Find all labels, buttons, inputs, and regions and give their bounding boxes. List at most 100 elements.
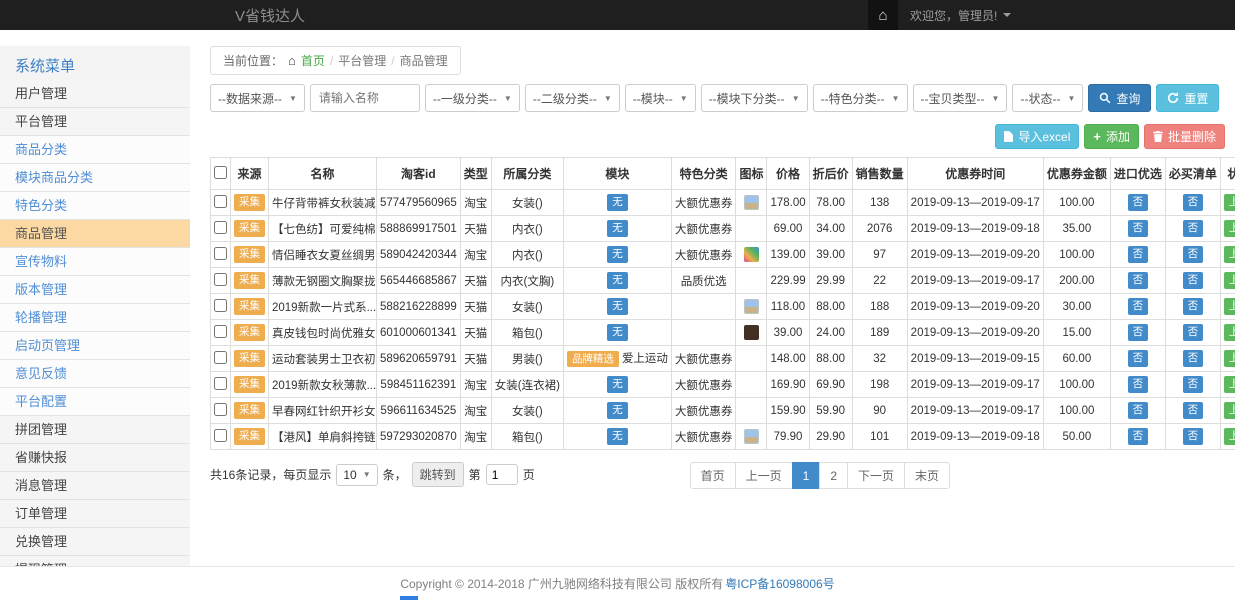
pagination-controls: 首页上一页12下一页末页 (690, 462, 950, 489)
source-cell: 采集 (231, 242, 269, 268)
filter-select[interactable]: --数据来源--▼ (210, 84, 305, 112)
filter-select[interactable]: --宝贝类型--▼ (913, 84, 1008, 112)
sidebar-item[interactable]: 模块商品分类 (0, 164, 190, 192)
imported-cell: 否 (1110, 268, 1165, 294)
module-badge: 无 (607, 376, 628, 392)
sidebar-item[interactable]: 平台管理 (0, 108, 190, 136)
page-button[interactable]: 1 (792, 462, 821, 489)
discount-price-cell: 78.00 (809, 190, 852, 216)
sidebar-item[interactable]: 商品分类 (0, 136, 190, 164)
row-select-cell (211, 346, 231, 372)
row-checkbox[interactable] (214, 247, 227, 260)
page-button[interactable]: 末页 (904, 462, 950, 489)
status-cell: 上架 (1220, 398, 1235, 424)
select-all-checkbox[interactable] (214, 166, 227, 179)
imported-cell: 否 (1110, 216, 1165, 242)
module-badge: 无 (607, 324, 628, 340)
row-checkbox[interactable] (214, 377, 227, 390)
sidebar-item[interactable]: 启动页管理 (0, 332, 190, 360)
sidebar-item[interactable]: 提现管理 (0, 556, 190, 566)
discount-price-cell: 24.00 (809, 320, 852, 346)
row-checkbox[interactable] (214, 273, 227, 286)
source-badge: 采集 (234, 428, 265, 444)
import-excel-button[interactable]: 导入excel (995, 124, 1079, 149)
sidebar-item[interactable]: 兑换管理 (0, 528, 190, 556)
name-search-input[interactable] (310, 84, 420, 112)
icon-cell (736, 424, 767, 450)
module-cell: 无 (563, 216, 671, 242)
sidebar-item[interactable]: 订单管理 (0, 500, 190, 528)
row-checkbox[interactable] (214, 403, 227, 416)
jump-page-input[interactable] (486, 464, 518, 485)
source-badge: 采集 (234, 272, 265, 288)
category-cell: 女装() (491, 190, 563, 216)
sidebar-item[interactable]: 版本管理 (0, 276, 190, 304)
sidebar-item[interactable]: 轮播管理 (0, 304, 190, 332)
query-button[interactable]: 查询 (1088, 84, 1151, 112)
sidebar-item[interactable]: 用户管理 (0, 80, 190, 108)
sidebar-item[interactable]: 商品管理 (0, 220, 190, 248)
source-cell: 采集 (231, 424, 269, 450)
table-row: 采集运动套装男士卫衣初秋...589620659791天猫男装()品牌精选爱上运… (211, 346, 1235, 372)
coupon-amount-cell: 50.00 (1043, 424, 1110, 450)
import-excel-label: 导入excel (1018, 128, 1070, 145)
module-badge: 无 (607, 220, 628, 236)
jump-button[interactable]: 跳转到 (412, 462, 464, 487)
sidebar-item[interactable]: 宣传物料 (0, 248, 190, 276)
filter-select[interactable]: --一级分类--▼ (425, 84, 520, 112)
taoke-id-cell: 577479560965 (377, 190, 461, 216)
must-buy-cell: 否 (1165, 268, 1220, 294)
sidebar-item[interactable]: 拼团管理 (0, 416, 190, 444)
icon-cell (736, 294, 767, 320)
row-checkbox[interactable] (214, 299, 227, 312)
page-button[interactable]: 下一页 (847, 462, 905, 489)
filter-select[interactable]: --状态--▼ (1012, 84, 1083, 112)
horizontal-scrollbar-thumb[interactable] (400, 596, 418, 600)
sidebar-item[interactable]: 省赚快报 (0, 444, 190, 472)
home-button[interactable]: ⌂ (868, 0, 898, 30)
imported-badge: 否 (1128, 220, 1149, 236)
filter-select[interactable]: --二级分类--▼ (525, 84, 620, 112)
status-badge: 上架 (1224, 298, 1235, 314)
source-badge: 采集 (234, 298, 265, 314)
filter-select[interactable]: --特色分类--▼ (813, 84, 908, 112)
sidebar-menu: 用户管理平台管理商品分类模块商品分类特色分类商品管理宣传物料版本管理轮播管理启动… (0, 80, 190, 566)
user-menu[interactable]: 欢迎您，管理员! (910, 7, 1011, 24)
discount-price-cell: 69.90 (809, 372, 852, 398)
sidebar-item[interactable]: 消息管理 (0, 472, 190, 500)
imported-cell: 否 (1110, 424, 1165, 450)
caret-down-icon: ▼ (680, 94, 688, 103)
add-button[interactable]: + 添加 (1084, 124, 1139, 149)
row-checkbox[interactable] (214, 325, 227, 338)
module-cell: 无 (563, 294, 671, 320)
sidebar-item[interactable]: 特色分类 (0, 192, 190, 220)
imported-cell: 否 (1110, 398, 1165, 424)
breadcrumb-home-link[interactable]: 首页 (301, 52, 325, 69)
filter-select[interactable]: --模块--▼ (625, 84, 696, 112)
page-button[interactable]: 上一页 (735, 462, 793, 489)
batch-delete-button[interactable]: 批量删除 (1144, 124, 1225, 149)
per-page-select[interactable]: 10 ▼ (336, 464, 377, 486)
caret-down-icon (1003, 13, 1011, 17)
page-button[interactable]: 2 (819, 462, 848, 489)
row-checkbox[interactable] (214, 221, 227, 234)
must-buy-badge: 否 (1183, 220, 1204, 236)
icp-link[interactable]: 粤ICP备16098006号 (725, 575, 834, 592)
coupon-time-cell: 2019-09-13—2019-09-20 (907, 294, 1043, 320)
row-checkbox[interactable] (214, 351, 227, 364)
taoke-id-cell: 588216228899 (377, 294, 461, 320)
sidebar-item[interactable]: 平台配置 (0, 388, 190, 416)
row-checkbox[interactable] (214, 429, 227, 442)
table-row: 采集牛仔背带裤女秋装减龄...577479560965淘宝女装()无大额优惠券1… (211, 190, 1235, 216)
filter-select[interactable]: --模块下分类--▼ (701, 84, 808, 112)
page-button[interactable]: 首页 (690, 462, 736, 489)
row-checkbox[interactable] (214, 195, 227, 208)
coupon-amount-cell: 100.00 (1043, 242, 1110, 268)
sidebar-item[interactable]: 意见反馈 (0, 360, 190, 388)
main-content: 当前位置： ⌂ 首页 / 平台管理 / 商品管理 --数据来源--▼ --一级分… (190, 46, 1235, 489)
coupon-time-cell: 2019-09-13—2019-09-17 (907, 398, 1043, 424)
must-buy-cell: 否 (1165, 216, 1220, 242)
reset-button[interactable]: 重置 (1156, 84, 1219, 112)
table-row: 采集2019新款女秋薄款...598451162391淘宝女装(连衣裙)无大额优… (211, 372, 1235, 398)
product-name-cell: 2019新款女秋薄款... (269, 372, 377, 398)
